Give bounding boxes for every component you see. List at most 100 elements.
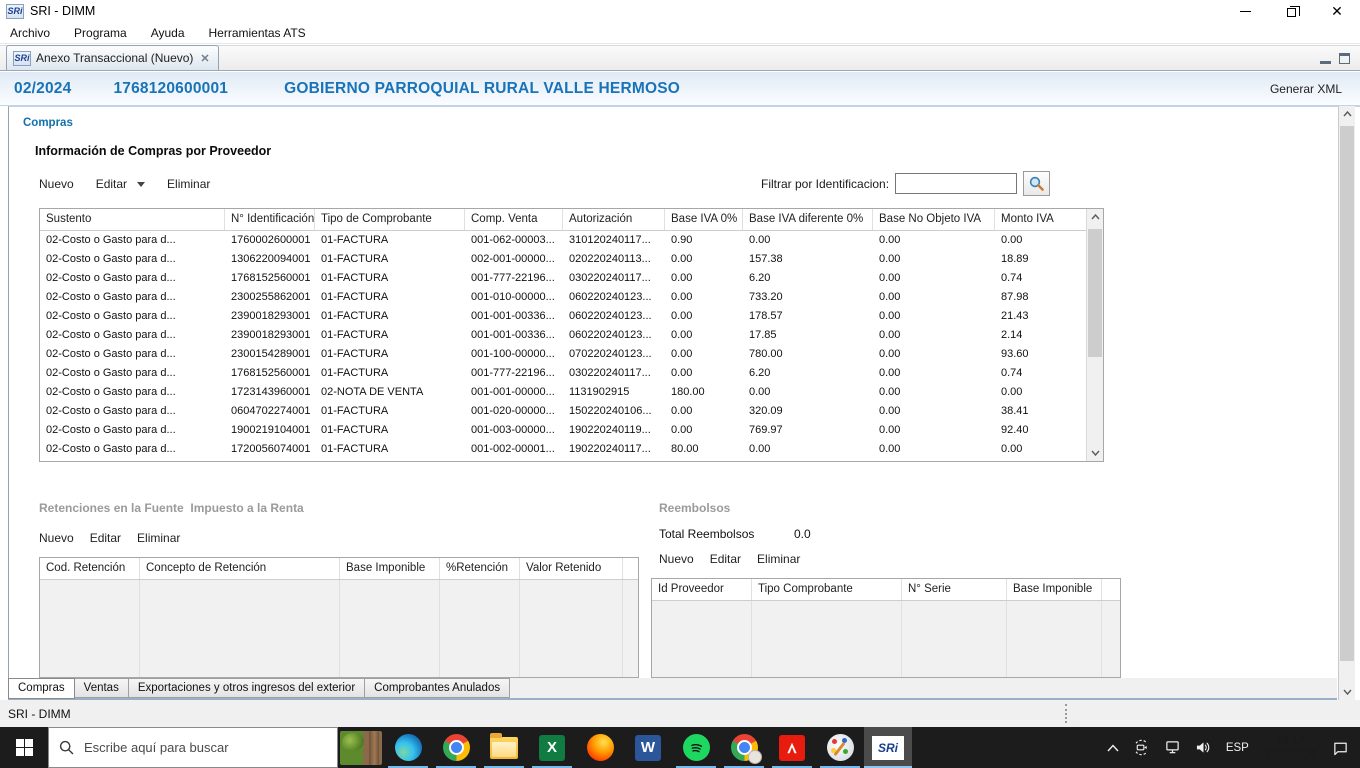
restore-icon xyxy=(1286,5,1300,17)
reembolsos-eliminar-button[interactable]: Eliminar xyxy=(757,552,800,566)
table-cell: 190220240117... xyxy=(569,443,651,455)
filter-input[interactable] xyxy=(895,173,1018,194)
retenciones-eliminar-button[interactable]: Eliminar xyxy=(137,531,180,545)
notification-center-icon[interactable] xyxy=(1327,727,1354,768)
table-row[interactable]: 02-Costo o Gasto para d... 1306220094001 0… xyxy=(40,250,1103,269)
title-bar: SRi SRI - DIMM ✕ xyxy=(0,0,1360,22)
tab-anexo-transaccional[interactable]: SRi Anexo Transaccional (Nuevo) ✕ xyxy=(6,45,219,70)
clock[interactable]: 16:17 21/3/2024 xyxy=(1258,734,1323,762)
view-minimize-icon[interactable] xyxy=(1320,53,1331,64)
menu-herramientas-ats[interactable]: Herramientas ATS xyxy=(209,26,316,40)
compras-editar-button[interactable]: Editar xyxy=(96,177,127,191)
column-header[interactable]: Id Proveedor xyxy=(652,579,752,600)
tab-exportaciones[interactable]: Exportaciones y otros ingresos del exter… xyxy=(128,678,366,698)
compras-section-label: Compras xyxy=(23,117,73,129)
close-button[interactable]: ✕ xyxy=(1314,0,1360,22)
editar-dropdown-caret-icon[interactable] xyxy=(137,181,146,187)
start-button[interactable] xyxy=(0,727,48,768)
retenciones-nuevo-button[interactable]: Nuevo xyxy=(39,531,74,545)
taskbar-search[interactable]: Escribe aquí para buscar xyxy=(48,727,338,768)
column-header[interactable]: Concepto de Retención xyxy=(140,558,340,579)
pane-scroll-thumb[interactable] xyxy=(1340,126,1354,661)
tree-app-icon[interactable] xyxy=(338,727,384,768)
table-cell: 0.00 xyxy=(1001,234,1023,246)
table-row[interactable]: 02-Costo o Gasto para d... 1768152560001 0… xyxy=(40,364,1103,383)
table-row[interactable]: 02-Costo o Gasto para d... 1723143960001 0… xyxy=(40,383,1103,402)
column-header[interactable]: Base IVA 0% xyxy=(665,209,743,230)
table-cell: 0.00 xyxy=(749,386,771,398)
network-icon[interactable] xyxy=(1159,727,1186,768)
language-indicator[interactable]: ESP xyxy=(1221,727,1254,768)
paint-icon[interactable] xyxy=(816,727,864,768)
tab-close-icon[interactable]: ✕ xyxy=(198,52,209,65)
column-header[interactable]: Autorización xyxy=(563,209,665,230)
table-row[interactable]: 02-Costo o Gasto para d... 1720056074001 0… xyxy=(40,440,1103,459)
meet-now-icon[interactable] xyxy=(1128,727,1155,768)
retenciones-editar-button[interactable]: Editar xyxy=(90,531,121,545)
table-row[interactable]: 02-Costo o Gasto para d... 1760002600001 0… xyxy=(40,231,1103,250)
minimize-button[interactable] xyxy=(1222,0,1268,22)
menu-programa[interactable]: Programa xyxy=(74,26,137,40)
pane-scrollbar[interactable] xyxy=(1338,106,1355,700)
acrobat-icon[interactable] xyxy=(768,727,816,768)
edge-icon[interactable] xyxy=(384,727,432,768)
tab-compras[interactable]: Compras xyxy=(8,678,75,699)
tray-expand-icon[interactable] xyxy=(1102,727,1124,768)
pane-scroll-up-icon[interactable] xyxy=(1339,106,1355,122)
bottom-tab-bar: Compras Ventas Exportaciones y otros ing… xyxy=(8,678,1337,700)
file-explorer-icon[interactable] xyxy=(480,727,528,768)
table-cell: 0.74 xyxy=(1001,272,1023,284)
column-header[interactable]: Base No Objeto IVA xyxy=(873,209,995,230)
column-header[interactable]: Tipo Comprobante xyxy=(752,579,902,600)
scroll-thumb[interactable] xyxy=(1088,229,1102,357)
column-header[interactable]: N° Identificación xyxy=(225,209,315,230)
compras-nuevo-button[interactable]: Nuevo xyxy=(39,177,74,191)
table-cell: 02-NOTA DE VENTA xyxy=(321,386,424,398)
table-row[interactable]: 02-Costo o Gasto para d... 2390018293001 0… xyxy=(40,307,1103,326)
column-header[interactable]: Sustento xyxy=(40,209,225,230)
excel-icon[interactable]: X xyxy=(528,727,576,768)
column-header[interactable]: Base IVA diferente 0% xyxy=(743,209,873,230)
view-maximize-icon[interactable] xyxy=(1339,53,1350,64)
table-row[interactable]: 02-Costo o Gasto para d... 2390018293001 0… xyxy=(40,326,1103,345)
restore-button[interactable] xyxy=(1268,0,1314,22)
table-cell: 1760002600001 xyxy=(231,234,311,246)
filter-search-button[interactable] xyxy=(1023,171,1051,196)
table-row[interactable]: 02-Costo o Gasto para d... 0604702274001 0… xyxy=(40,402,1103,421)
table-cell: 320.09 xyxy=(749,405,783,417)
generar-xml-button[interactable]: Generar XML xyxy=(1270,82,1342,96)
column-header[interactable]: Comp. Venta xyxy=(465,209,563,230)
table-row[interactable]: 02-Costo o Gasto para d... 1768152560001 0… xyxy=(40,269,1103,288)
spotify-icon[interactable] xyxy=(672,727,720,768)
tab-comprobantes-anulados[interactable]: Comprobantes Anulados xyxy=(365,678,511,698)
word-icon[interactable]: W xyxy=(624,727,672,768)
reembolsos-editar-button[interactable]: Editar xyxy=(710,552,741,566)
firefox-icon[interactable] xyxy=(576,727,624,768)
compras-eliminar-button[interactable]: Eliminar xyxy=(167,177,210,191)
column-header[interactable]: %Retención xyxy=(440,558,520,579)
table-row[interactable]: 02-Costo o Gasto para d... 2300154289001 0… xyxy=(40,345,1103,364)
pane-scroll-down-icon[interactable] xyxy=(1339,684,1355,700)
reembolsos-nuevo-button[interactable]: Nuevo xyxy=(659,552,694,566)
column-header[interactable]: Monto IVA xyxy=(995,209,1088,230)
volume-icon[interactable] xyxy=(1190,727,1217,768)
table-cell: 060220240123... xyxy=(569,310,652,322)
tab-ventas[interactable]: Ventas xyxy=(74,678,129,698)
chrome-profile-icon[interactable] xyxy=(720,727,768,768)
column-header[interactable]: Cod. Retención xyxy=(40,558,140,579)
column-header[interactable]: Valor Retenido xyxy=(520,558,623,579)
menu-archivo[interactable]: Archivo xyxy=(10,26,60,40)
compras-table-scrollbar[interactable] xyxy=(1086,209,1103,461)
chrome-icon[interactable] xyxy=(432,727,480,768)
sri-dimm-taskbar-icon[interactable]: SRi xyxy=(864,727,912,768)
column-header[interactable]: N° Serie xyxy=(902,579,1007,600)
column-header[interactable]: Base Imponible xyxy=(340,558,440,579)
table-row[interactable]: 02-Costo o Gasto para d... 1900219104001 0… xyxy=(40,421,1103,440)
column-header[interactable]: Base Imponible xyxy=(1007,579,1102,600)
scroll-up-icon[interactable] xyxy=(1087,209,1103,225)
menu-ayuda[interactable]: Ayuda xyxy=(151,26,195,40)
ruc-label: 1768120600001 xyxy=(113,79,229,97)
scroll-down-icon[interactable] xyxy=(1087,445,1103,461)
table-row[interactable]: 02-Costo o Gasto para d... 2300255862001 0… xyxy=(40,288,1103,307)
column-header[interactable]: Tipo de Comprobante xyxy=(315,209,465,230)
